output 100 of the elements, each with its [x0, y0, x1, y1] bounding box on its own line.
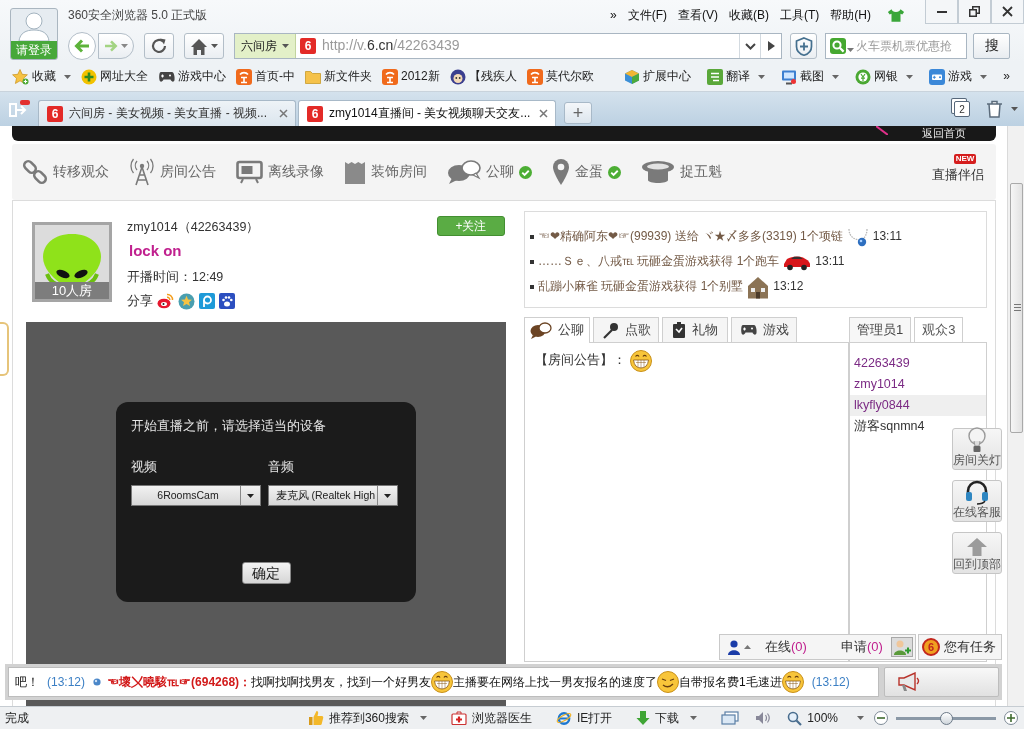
status-button[interactable]: 下载 — [636, 710, 698, 726]
shield-icon — [794, 36, 813, 56]
toolbar-button[interactable]: 捉五魁 — [641, 159, 722, 185]
bookmark-item[interactable]: 新文件夹 — [303, 64, 374, 89]
side-button[interactable]: 房间关灯 — [952, 428, 1002, 470]
speaker-icon[interactable] — [755, 711, 772, 725]
bookmarks-overflow-button[interactable]: » — [1001, 64, 1012, 89]
zoom-in-button[interactable] — [1004, 711, 1018, 725]
minimize-button[interactable] — [925, 0, 958, 24]
confirm-button[interactable]: 确定 — [241, 562, 291, 584]
browser-tab[interactable]: 6 六间房 - 美女视频 - 美女直播 - 视频... — [38, 100, 296, 126]
toolbar-button[interactable]: 装饰房间 — [344, 160, 427, 184]
closed-tabs-button[interactable] — [986, 100, 1018, 118]
message-time: 13:11 — [872, 229, 902, 244]
user-list-item[interactable]: 42263439 — [850, 353, 914, 374]
toolbar-button[interactable]: 房间公告 — [129, 158, 216, 186]
address-bar[interactable]: 六间房 6 http://v.6.cn/42263439 — [234, 33, 782, 59]
bookmark-item[interactable]: 2012新 — [380, 64, 442, 89]
sidebar-toggle-icon[interactable] — [8, 100, 30, 118]
chat-tab[interactable]: 礼物 — [662, 317, 728, 342]
bookmark-item[interactable]: 截图 — [779, 64, 842, 89]
restore-button[interactable] — [958, 0, 991, 24]
bubble-tile-icon[interactable] — [199, 293, 215, 309]
home-button[interactable] — [184, 33, 224, 59]
medical-kit-icon — [450, 711, 467, 725]
bookmark-item[interactable]: 网址大全 — [79, 64, 150, 89]
bookmark-item[interactable]: 扩展中心 — [622, 64, 694, 89]
live-companion-button[interactable]: NEW 直播伴侣 — [932, 154, 984, 184]
zoom-level-button[interactable]: 100% — [787, 710, 864, 726]
status-button[interactable]: IE打开 — [555, 710, 613, 726]
paw-tile-icon[interactable] — [219, 293, 235, 309]
bookmark-item[interactable]: 网银 — [853, 64, 916, 89]
refresh-button[interactable] — [144, 33, 174, 59]
message-text: 主播要在网络上找一男友报名的速度了 — [453, 674, 658, 690]
user-list-item[interactable]: 游客sqnmn4 — [850, 416, 929, 437]
chat-tab[interactable]: 公聊 — [524, 317, 590, 343]
browser-tab[interactable]: 6 zmy1014直播间 - 美女视频聊天交友... — [298, 100, 556, 126]
screen-icon[interactable] — [721, 710, 740, 726]
forward-arrow-icon — [104, 40, 118, 52]
smirking-emoji-icon — [657, 671, 680, 693]
bookmark-item[interactable]: 游戏中心 — [156, 64, 228, 89]
bookmark-item[interactable]: 翻译 — [705, 64, 768, 89]
message-time: (13:12) — [47, 674, 86, 690]
bookmark-item[interactable]: 收藏 — [10, 64, 73, 89]
task-button[interactable]: 6 您有任务 — [918, 634, 1002, 660]
security-button[interactable] — [790, 33, 817, 59]
chat-tab[interactable]: 点歌 — [593, 317, 659, 342]
broadcast-button[interactable] — [884, 667, 999, 697]
zoom-out-button[interactable] — [874, 711, 888, 725]
menu-overflow-button[interactable]: » — [605, 7, 622, 23]
user-list-item[interactable]: zmy1014 — [850, 374, 909, 395]
menu-item[interactable]: 帮助(H) — [825, 7, 876, 23]
shirt-icon[interactable] — [887, 7, 905, 23]
side-button[interactable]: 回到顶部 — [952, 532, 1002, 574]
menu-item[interactable]: 工具(T) — [775, 7, 825, 23]
home-link[interactable]: 返回首页 — [922, 126, 966, 140]
slider-thumb[interactable] — [940, 711, 953, 725]
toolbar-button[interactable]: 转移观众 — [22, 159, 109, 185]
search-field[interactable]: 火车票机票优惠抢 — [825, 33, 967, 59]
chevron-down-icon — [744, 42, 756, 50]
new-tab-button[interactable]: + — [564, 102, 592, 124]
tab-count-button[interactable]: 2 — [954, 101, 970, 117]
toolbar-button[interactable]: 金蛋 — [552, 158, 621, 186]
scrollbar-thumb[interactable] — [1010, 183, 1023, 433]
caret-icon — [857, 716, 864, 720]
close-button[interactable] — [991, 0, 1024, 24]
plus-icon — [1007, 714, 1015, 722]
status-button[interactable]: 推荐到360搜索 — [307, 710, 427, 726]
search-icon[interactable] — [830, 38, 846, 54]
chat-tab[interactable]: 游戏 — [731, 317, 797, 342]
toolbar-button[interactable]: 离线录像 — [236, 160, 324, 184]
site-dropdown[interactable]: 六间房 — [235, 34, 296, 58]
search-button[interactable]: 搜 — [973, 33, 1010, 59]
menu-item[interactable]: 查看(V) — [673, 7, 723, 23]
paper-icon — [344, 160, 366, 184]
audio-device-select[interactable]: 麦克风 (Realtek High — [268, 485, 399, 506]
bookmark-item[interactable]: 首页-中 — [234, 64, 297, 89]
side-button[interactable]: 在线客服 — [952, 480, 1002, 522]
url-text[interactable]: http://v.6.cn/42263439 — [322, 37, 739, 55]
minimize-icon — [936, 10, 947, 13]
add-user-icon[interactable] — [891, 637, 913, 657]
toolbar-button[interactable]: 公聊 — [447, 159, 532, 185]
tab-close-button[interactable] — [279, 109, 288, 118]
bookmark-item[interactable]: 【残疾人 — [447, 64, 519, 89]
star-badge-icon[interactable] — [178, 292, 195, 310]
bookmark-item[interactable]: 莫代尔欧 — [524, 64, 596, 89]
tab-close-button[interactable] — [539, 109, 548, 118]
user-menu-button[interactable] — [728, 639, 751, 655]
back-button[interactable] — [68, 32, 96, 60]
user-list-item[interactable]: lkyfly0844 — [850, 395, 986, 416]
audience-tab[interactable]: 观众3 — [914, 317, 964, 342]
audience-tab[interactable]: 管理员1 — [849, 317, 912, 342]
video-device-select[interactable]: 6RoomsCam — [131, 485, 261, 506]
side-panel-handle[interactable] — [0, 322, 9, 376]
menu-item[interactable]: 文件(F) — [622, 7, 672, 23]
menu-item[interactable]: 收藏(B) — [724, 7, 774, 23]
weibo-icon[interactable] — [157, 293, 174, 309]
message-time: 13:11 — [815, 254, 845, 269]
status-button[interactable]: 浏览器医生 — [450, 710, 532, 726]
bookmark-item[interactable]: 游戏 — [927, 64, 990, 89]
